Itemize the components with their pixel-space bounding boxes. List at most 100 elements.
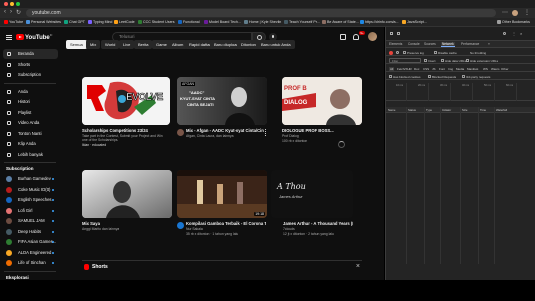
maximize-window-icon[interactable]	[16, 2, 20, 6]
column-header[interactable]: Size	[462, 108, 467, 112]
bookmark-item[interactable]: JavaScript...	[402, 20, 427, 24]
more-actions-icon[interactable]	[265, 129, 267, 136]
sidebar-item[interactable]: Tonton Nanti	[0, 129, 58, 139]
filter-option-checkbox[interactable]: Hide extension URLs	[466, 59, 498, 63]
video-title[interactable]: James Arthur - A Thousand Years (Lyrics)	[283, 221, 353, 226]
device-toolbar-icon[interactable]	[397, 32, 400, 35]
video-thumbnail[interactable]: 19:18	[177, 170, 267, 218]
sidebar-item[interactable]: Lebih banyak	[0, 150, 58, 160]
sidebar-item[interactable]: FIFA Asian Games...	[0, 237, 58, 247]
sidebar-item[interactable]: Klip Anda	[0, 139, 58, 149]
resource-type-filter[interactable]: WS	[483, 67, 488, 71]
filter-option-checkbox[interactable]: Invert	[424, 59, 436, 63]
channel-name[interactable]: 7clouds	[283, 227, 295, 231]
video-thumbnail[interactable]: PROF B DIALOG	[282, 77, 362, 125]
video-thumbnail[interactable]: EVOLVE	[82, 77, 170, 125]
sidebar-item[interactable]: Video Anda	[0, 118, 58, 128]
sidebar-item[interactable]: Shorts	[0, 60, 58, 70]
channel-name[interactable]: Afgan, Cinta Laura, dan lainnya	[186, 134, 234, 138]
video-title[interactable]: Mix Saya	[82, 221, 100, 226]
sidebar-item[interactable]: English Speeches	[0, 195, 58, 205]
devtools-tab[interactable]: Network	[441, 42, 455, 47]
url-field[interactable]: youtube.com	[26, 9, 496, 17]
column-header[interactable]: Waterfall	[496, 108, 507, 112]
sidebar-item[interactable]: Anda	[0, 87, 58, 97]
resource-type-filter[interactable]: JS	[432, 67, 436, 71]
resource-type-filter[interactable]: Font	[439, 67, 445, 71]
resource-type-filter[interactable]: Fetch/XHR	[397, 67, 412, 71]
profile-avatar[interactable]	[512, 10, 518, 16]
column-header[interactable]: Type	[426, 108, 432, 112]
bookmark-item[interactable]: CCC Student Users	[138, 20, 175, 24]
column-header[interactable]: Initiator	[442, 108, 451, 112]
close-window-icon[interactable]	[4, 2, 8, 6]
resource-type-filter[interactable]: Wasm	[491, 67, 499, 71]
bookmark-item[interactable]: YouTube	[4, 20, 23, 24]
video-card[interactable]: Mix Saya Anggi Marito dan lainnya	[82, 170, 172, 231]
bookmark-item[interactable]: Typing Mind	[88, 20, 112, 24]
sidebar-item[interactable]: Coke Music ID(tt)	[0, 185, 58, 195]
channel-avatar[interactable]	[177, 222, 184, 229]
video-title[interactable]: Mix - Afgan - AADC Kyut-syat Cinta/Cinta…	[186, 128, 264, 133]
bookmark-item[interactable]: https://drinfo.com/a...	[360, 20, 399, 24]
filter-chip[interactable]: Semua	[66, 40, 87, 49]
column-header[interactable]: Status	[408, 108, 416, 112]
filter-chip[interactable]: World	[101, 40, 120, 49]
filter-chip[interactable]: Baru untuk Anda	[257, 40, 295, 49]
devtools-menu-icon[interactable]: ⋮	[512, 31, 516, 36]
preserve-log-checkbox[interactable]: Preserve log	[403, 51, 424, 55]
more-tabs-icon[interactable]: »	[488, 42, 490, 46]
filter-option-checkbox[interactable]: Hide data URLs	[441, 59, 466, 63]
browser-menu-icon[interactable]: ⋮	[524, 9, 530, 16]
video-title[interactable]: Scholarships Competitions 23/24	[82, 128, 170, 133]
filter-chip[interactable]: Live	[119, 40, 135, 49]
bookmark-item[interactable]: Be Aware of State...	[322, 20, 359, 24]
bookmark-item[interactable]: Model Board Tech...	[204, 20, 241, 24]
video-title[interactable]: Kompilasi Gamboa Terbaik - El Corona Tar…	[186, 221, 266, 226]
menu-icon[interactable]	[6, 35, 12, 40]
record-icon[interactable]	[389, 50, 393, 55]
bookmark-item[interactable]: Other Bookmarks	[497, 20, 530, 24]
bookmark-item[interactable]: LeetCode	[114, 20, 135, 24]
resource-type-filter[interactable]: Doc	[414, 67, 419, 71]
bookmark-item[interactable]: Chat GPT	[64, 20, 85, 24]
sidebar-item[interactable]: Playlist	[0, 108, 58, 118]
back-icon[interactable]: ‹	[4, 9, 6, 15]
sidebar-item[interactable]: Lofi Girl	[0, 206, 58, 216]
sidebar-item[interactable]: Deep Habits	[0, 227, 58, 237]
devtools-tab[interactable]: Elements	[389, 42, 402, 46]
youtube-logo[interactable]: YouTubeID	[16, 34, 52, 41]
filter-input[interactable]: Filter	[389, 58, 421, 63]
reload-icon[interactable]: ↻	[16, 9, 21, 16]
request-filter-checkbox[interactable]: 3rd-party requests	[462, 75, 490, 79]
video-thumbnail[interactable]	[82, 170, 172, 218]
resource-type-filter[interactable]: Manifest	[467, 67, 478, 71]
bookmark-item[interactable]: Functional	[178, 20, 200, 24]
video-card[interactable]: 19:18 Kompilasi Gamboa Terbaik - El Coro…	[177, 170, 269, 236]
settings-gear-icon[interactable]	[503, 32, 506, 35]
sidebar-item[interactable]: SAMUEL JAM	[0, 216, 58, 226]
sidebar-item[interactable]: Burhan Gamedev	[0, 174, 58, 184]
video-thumbnail[interactable]: AFGAN "AADC" KYUT-SYAT CINTA CINTA SEJAT…	[177, 77, 267, 125]
column-header[interactable]: Time	[480, 108, 486, 112]
devtools-tab[interactable]: Sources	[424, 42, 436, 46]
forward-icon[interactable]: ›	[10, 9, 12, 15]
video-card[interactable]: PROF B DIALOG DIOLOGUE PROF BOSS... Prof…	[282, 77, 384, 157]
inspect-element-icon[interactable]	[390, 32, 393, 35]
sidebar-item[interactable]: Life of Sinchan	[0, 258, 58, 268]
close-icon[interactable]: ×	[356, 263, 360, 270]
devtools-tab[interactable]: Console	[408, 42, 420, 46]
devtools-tab[interactable]: Performance	[461, 42, 479, 46]
channel-name[interactable]: Nur Sakala	[186, 227, 203, 231]
channel-avatar[interactable]	[177, 129, 184, 136]
minimize-window-icon[interactable]	[10, 2, 14, 6]
bookmark-item[interactable]: Personal Websites	[26, 20, 61, 24]
sidebar-item[interactable]: Beranda	[3, 49, 58, 59]
filter-chip[interactable]: Berita	[134, 40, 153, 49]
column-header[interactable]: Name	[388, 108, 395, 112]
clear-icon[interactable]	[396, 50, 399, 54]
video-card[interactable]: EVOLVE Scholarships Competitions 23/24 T…	[82, 77, 170, 157]
disable-cache-checkbox[interactable]: Disable cache	[434, 51, 457, 55]
filter-chip[interactable]: Mix	[86, 40, 101, 49]
resource-type-filter[interactable]: Media	[456, 67, 464, 71]
